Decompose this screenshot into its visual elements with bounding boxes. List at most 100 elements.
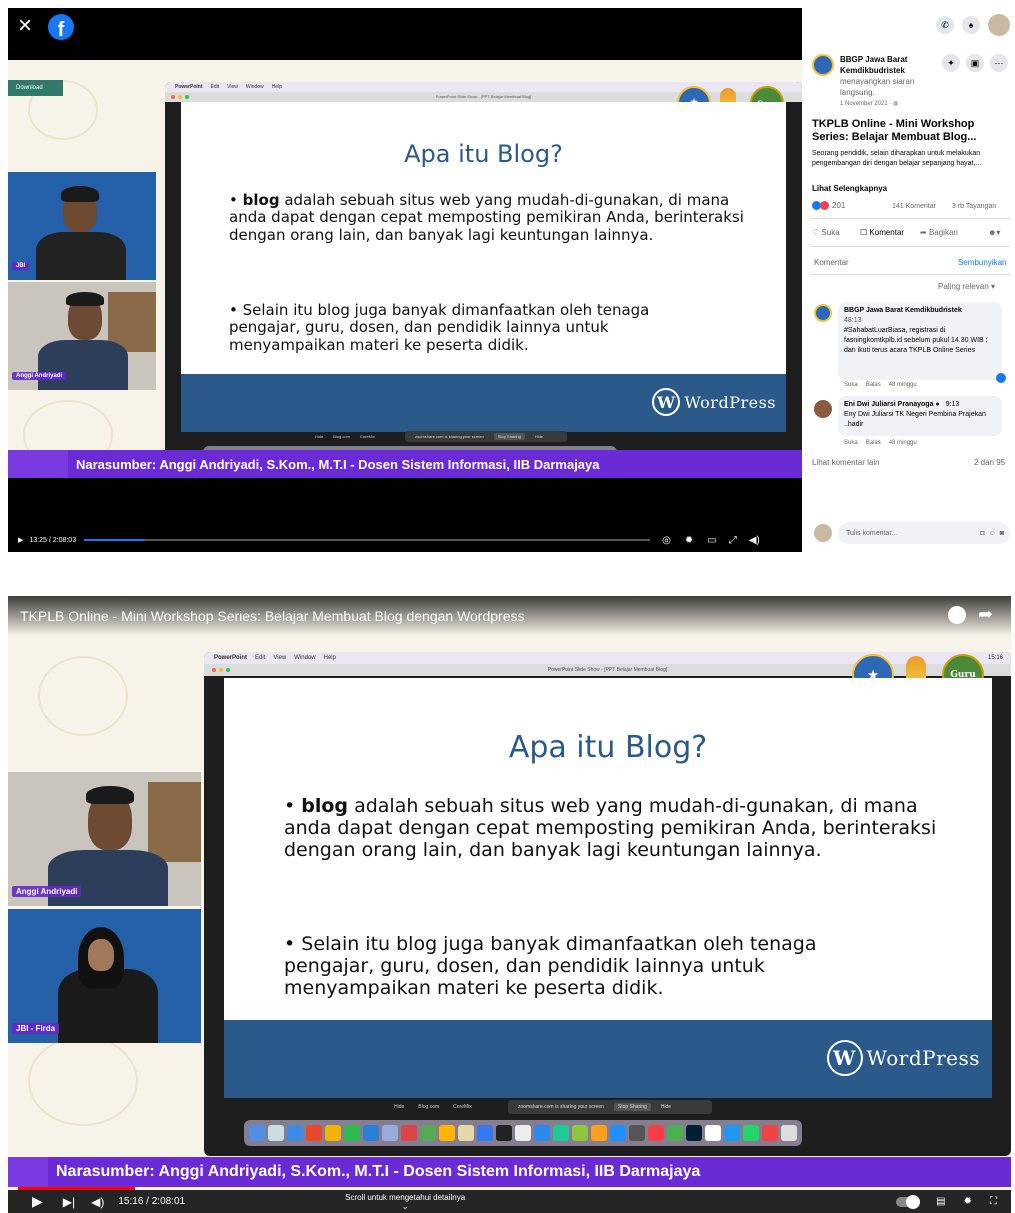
background-doodle <box>38 656 128 736</box>
sort-dropdown[interactable]: Paling relevan ▾ <box>938 282 995 291</box>
progress-bar[interactable] <box>84 539 651 541</box>
settings-icon[interactable]: ✹ <box>964 1196 972 1207</box>
settings-icon[interactable]: ✹ <box>685 535 693 546</box>
speaker-hair <box>66 292 104 306</box>
comment-input[interactable]: Tulis komentar... ◘ ☺ ◙ <box>838 522 1010 544</box>
see-more-link[interactable]: Lihat Selengkapnya <box>812 184 887 193</box>
watch-later-icon[interactable] <box>948 606 966 624</box>
play-icon[interactable]: ▶ <box>32 1193 43 1210</box>
time-display: 13:25 / 2:08:03 <box>29 536 77 544</box>
post-description: Seorang pendidik, selain diharapkan untu… <box>812 150 982 167</box>
menu-item[interactable]: Window <box>294 655 315 661</box>
download-button[interactable]: Download <box>8 80 63 96</box>
comment-timestamp[interactable]: 9:13 <box>946 401 960 408</box>
comment-reaction-icon[interactable] <box>996 373 1006 383</box>
reactions[interactable]: 201 <box>812 201 845 210</box>
comment-actions: Suka Balas 48 minggu <box>844 440 917 446</box>
fullscreen-icon[interactable]: ⛶ <box>990 1196 997 1207</box>
comment-button[interactable]: ☐ Komentar <box>860 228 904 237</box>
comment-text: Eny Dwi Juliarsi TK Negeri Pembina Praje… <box>844 411 986 428</box>
share-button[interactable]: ➦ Bagikan <box>920 228 958 237</box>
comment-like-link[interactable]: Suka <box>844 382 858 388</box>
signer-face <box>88 939 114 971</box>
hide-button[interactable]: Hide <box>657 1103 675 1111</box>
volume-icon[interactable]: ◀) <box>91 1195 104 1209</box>
play-icon[interactable]: ▶ <box>18 536 23 544</box>
more-comments-link[interactable]: Lihat komentar lain <box>812 458 880 467</box>
comment-reply-link[interactable]: Balas <box>866 440 881 446</box>
commenter-avatar[interactable] <box>814 304 832 322</box>
menu-item[interactable]: View <box>227 84 238 90</box>
divider <box>810 274 1010 275</box>
comment-count[interactable]: 141 Komentar <box>892 203 936 210</box>
screen-share: PowerPoint Edit View Window Help PowerPo… <box>165 82 802 472</box>
stop-sharing-button[interactable]: Stop Sharing <box>493 433 525 440</box>
post-date[interactable]: 1 November 2021 · ◍ <box>840 100 898 107</box>
facebook-video-player[interactable]: × f Download JBI Anggi Andriyadi PowerPo… <box>8 8 802 552</box>
window-controls[interactable] <box>171 95 189 99</box>
pin-icon[interactable]: ✦ <box>942 54 960 72</box>
speaker-banner: Narasumber: Anggi Andriyadi, S.Kom., M.T… <box>8 450 802 478</box>
commenter-name[interactable]: BBGP Jawa Barat Kemdikbudristek <box>844 306 996 316</box>
facebook-side-panel: ✆ ♠ BBGP Jawa Barat Kemdikbudristek mena… <box>802 8 1015 552</box>
commenter-name[interactable]: Eni Dwi Juliarsi Pranayoga ● 9:13 <box>844 400 996 410</box>
menu-item[interactable]: Edit <box>255 655 265 661</box>
menu-item[interactable]: Help <box>324 655 336 661</box>
stop-sharing-button[interactable]: Stop Sharing <box>613 1103 651 1111</box>
youtube-video-player[interactable]: TKPLB Online - Mini Workshop Series: Bel… <box>8 596 1011 1213</box>
menu-item[interactable]: Window <box>246 84 264 90</box>
more-options-icon[interactable]: ⋯ <box>990 54 1008 72</box>
sign-language-camera: JBI <box>8 172 156 280</box>
speaker-camera: Anggi Andriyadi <box>8 772 201 906</box>
hide-button[interactable]: Hide <box>531 433 547 440</box>
facebook-logo-icon[interactable]: f <box>48 14 74 40</box>
comments-header: Komentar <box>814 258 849 267</box>
slide-bullet-1: • blog adalah sebuah situs web yang muda… <box>284 795 937 861</box>
window-title: PowerPoint Slide Show - [PPT Belajar Mem… <box>435 94 532 99</box>
speaker-body <box>48 850 168 906</box>
like-button[interactable]: ♡ Suka <box>812 228 840 237</box>
page-avatar[interactable] <box>812 54 834 76</box>
commenter-avatar[interactable] <box>814 400 832 418</box>
share-icon[interactable]: ➦ <box>978 604 993 625</box>
browser-tabs[interactable]: Hide Blog.com CoreMix <box>315 434 375 439</box>
slide-bullet-2: • Selain itu blog juga banyak dimanfaatk… <box>229 301 650 354</box>
progress-fill <box>84 539 145 541</box>
save-icon[interactable]: ▣ <box>966 54 984 72</box>
comment-reply-link[interactable]: Balas <box>866 382 881 388</box>
profile-avatar[interactable] <box>988 14 1010 36</box>
emoji-icon[interactable]: ☺ <box>989 530 996 537</box>
love-reaction-icon <box>820 201 829 210</box>
divider <box>810 246 1010 247</box>
comment-timestamp[interactable]: 48:13 <box>844 316 996 326</box>
globe-icon: ◍ <box>893 101 899 107</box>
video-title[interactable]: TKPLB Online - Mini Workshop Series: Bel… <box>20 608 525 624</box>
menu-item[interactable]: Edit <box>211 84 220 90</box>
hide-comments-link[interactable]: Sembunyikan <box>958 258 1006 267</box>
volume-icon[interactable]: ◀) <box>749 535 760 546</box>
view-count: 3 rb Tayangan <box>952 203 997 210</box>
window-controls[interactable] <box>212 668 230 672</box>
comment-text: #SahabatLuarBiasa, registrasi di fasning… <box>844 327 988 354</box>
next-icon[interactable]: ▶| <box>63 1195 75 1209</box>
fullscreen-icon[interactable]: ⤢ <box>729 535 737 546</box>
comment-like-link[interactable]: Suka <box>844 440 858 446</box>
messenger-icon[interactable]: ✆ <box>936 16 954 34</box>
mac-dock <box>244 1120 802 1146</box>
menu-item[interactable]: PowerPoint <box>214 655 247 661</box>
captions-icon[interactable]: ◎ <box>662 535 671 546</box>
miniplayer-icon[interactable]: ▭ <box>707 535 716 546</box>
menu-item[interactable]: Help <box>272 84 282 90</box>
close-icon[interactable]: × <box>18 14 32 38</box>
menu-item[interactable]: PowerPoint <box>175 84 203 90</box>
notifications-icon[interactable]: ♠ <box>962 16 980 34</box>
page-name[interactable]: BBGP Jawa Barat Kemdikbudristek <box>840 54 940 76</box>
reaction-picker[interactable]: ☻▾ <box>988 228 1000 237</box>
banner-accent <box>8 1157 48 1187</box>
sticker-icon[interactable]: ◙ <box>1000 530 1004 537</box>
browser-tabs[interactable]: Hide Blog.com CoreMix <box>394 1104 472 1110</box>
autoplay-toggle[interactable] <box>896 1194 921 1209</box>
subtitles-icon[interactable]: ▤ <box>936 1196 945 1207</box>
menu-item[interactable]: View <box>273 655 286 661</box>
camera-icon[interactable]: ◘ <box>980 530 984 537</box>
